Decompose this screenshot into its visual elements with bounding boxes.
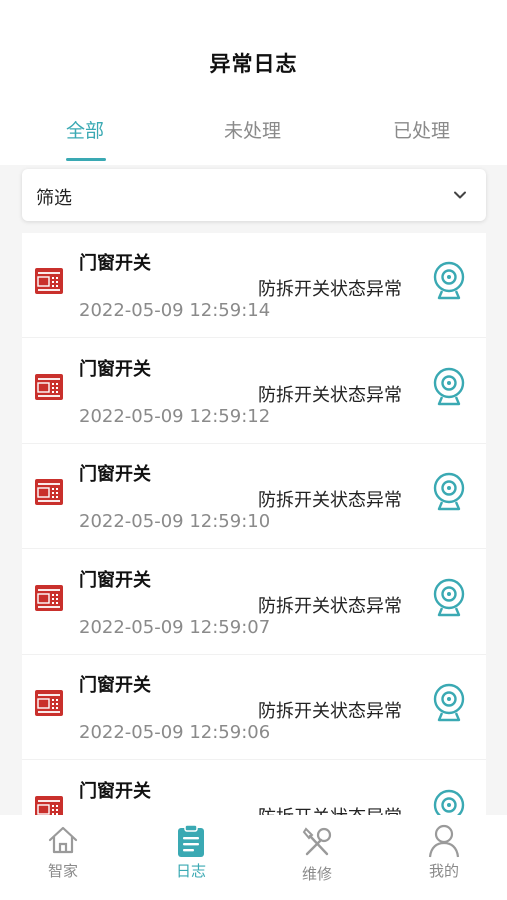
device-name: 门窗开关 (79, 358, 151, 380)
camera-icon[interactable] (432, 261, 466, 305)
nav-item-mine[interactable]: 我的 (404, 815, 484, 900)
door-sensor-icon (34, 584, 64, 616)
alarm-time: 2022-05-09 12:59:07 (79, 616, 271, 638)
tab-unprocessed[interactable]: 未处理 (224, 116, 281, 143)
door-sensor-icon (34, 478, 64, 510)
nav-label-mine: 我的 (428, 862, 459, 880)
log-row[interactable]: 门窗开关防拆开关状态异常 2022-05-09 12:59:12 (22, 339, 486, 444)
device-name: 门窗开关 (79, 675, 151, 696)
nav-item-home[interactable]: 智家 (23, 815, 103, 900)
camera-icon[interactable] (432, 578, 466, 622)
page-title: 异常日志 (209, 52, 298, 76)
person-icon (428, 824, 460, 858)
door-sensor-icon (34, 795, 64, 815)
log-row[interactable]: 门窗开关防拆开关状态异常 (22, 761, 486, 816)
alarm-status: 防拆开关状态异常 (258, 701, 402, 722)
active-tab-indicator (66, 158, 106, 161)
chevron-down-icon (454, 191, 466, 199)
device-name: 门窗开关 (79, 780, 151, 802)
camera-icon[interactable] (432, 683, 466, 727)
device-name: 门窗开关 (79, 464, 151, 485)
tab-all[interactable]: 全部 (66, 116, 104, 143)
tools-icon (302, 827, 332, 856)
camera-icon[interactable] (432, 789, 466, 815)
nav-label-log: 日志 (175, 862, 206, 880)
alarm-time: 2022-05-09 12:59:14 (79, 300, 271, 321)
log-row[interactable]: 门窗开关防拆开关状态异常 2022-05-09 12:59:14 (22, 233, 486, 338)
alarm-status: 防拆开关状态异常 (258, 490, 402, 511)
alarm-status: 防拆开关状态异常 (258, 803, 402, 816)
camera-icon[interactable] (432, 472, 466, 516)
nav-item-log[interactable]: 日志 (151, 815, 231, 900)
log-row[interactable]: 门窗开关防拆开关状态异常 2022-05-09 12:59:10 (22, 444, 486, 549)
tab-bar: 全部 未处理 已处理 (0, 116, 507, 164)
log-row[interactable]: 门窗开关防拆开关状态异常 2022-05-09 12:59:06 (22, 655, 486, 760)
alarm-status: 防拆开关状态异常 (258, 279, 402, 300)
nav-label-repair: 维修 (301, 865, 332, 883)
log-row[interactable]: 门窗开关防拆开关状态异常 2022-05-09 12:59:07 (22, 550, 486, 655)
alarm-time: 2022-05-09 12:59:12 (79, 405, 271, 427)
alarm-status: 防拆开关状态异常 (258, 595, 402, 617)
nav-item-repair[interactable]: 维修 (277, 815, 357, 900)
device-name: 门窗开关 (79, 569, 151, 591)
nav-label-home: 智家 (47, 862, 78, 880)
log-list: 门窗开关 防拆开关状态异常 2022-05-09 12:59:14 门窗开关 防拆开关状… (22, 233, 486, 815)
clipboard-icon (178, 824, 204, 857)
bottom-navigation: 智家 日志 维修 我的 (0, 815, 507, 900)
tab-processed[interactable]: 已处理 (393, 116, 450, 143)
home-icon (48, 826, 78, 854)
filter-dropdown[interactable]: 筛选 (22, 169, 486, 221)
alarm-time: 2022-05-09 12:59:10 (79, 511, 271, 532)
device-name: 门窗开关 (79, 253, 151, 274)
camera-icon[interactable] (432, 367, 466, 411)
filter-label: 筛选 (36, 188, 72, 209)
door-sensor-icon (34, 373, 64, 405)
door-sensor-icon (34, 689, 64, 721)
app-header: 异常日志 全部 未处理 已处理 (0, 0, 507, 165)
door-sensor-icon (34, 267, 64, 299)
alarm-status: 防拆开关状态异常 (258, 384, 402, 406)
alarm-time: 2022-05-09 12:59:06 (79, 722, 271, 743)
